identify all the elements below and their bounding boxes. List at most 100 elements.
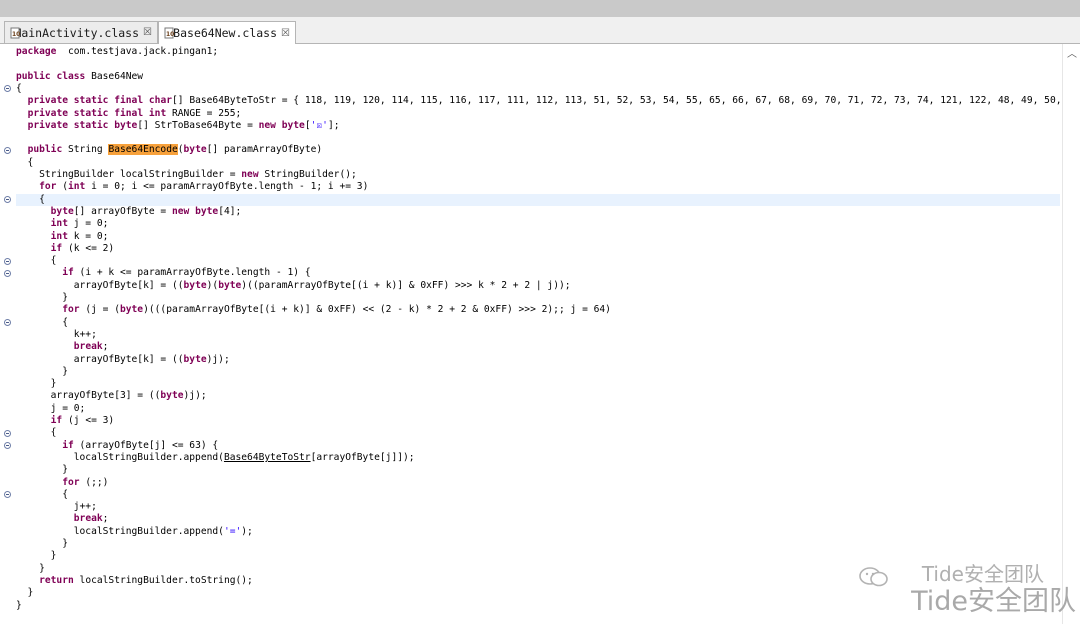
keyword-token: private: [27, 95, 68, 107]
fold-toggle-icon[interactable]: [4, 257, 11, 265]
code-token: '☒': [310, 119, 328, 131]
fold-toggle-icon[interactable]: [4, 429, 11, 437]
code-token: [] paramArrayOfByte): [206, 144, 323, 156]
code-token: }: [16, 464, 68, 476]
code-token: (i + k <= paramArrayOfByte.length - 1) {: [73, 267, 311, 279]
keyword-token: if: [62, 267, 74, 279]
code-token: j = 0;: [67, 218, 109, 230]
code-line: }: [16, 292, 68, 304]
close-icon[interactable]: ☒: [281, 28, 290, 39]
code-token: }: [16, 292, 68, 303]
keyword-token: int: [50, 230, 68, 242]
code-token: RANGE = 255;: [166, 107, 242, 119]
code-line: int k = 0;: [16, 230, 109, 243]
code-token: {: [16, 255, 57, 267]
keyword-token: static: [73, 107, 109, 119]
code-editor[interactable]: package com.testjava.jack.pingan1; public…: [0, 44, 1080, 624]
close-icon[interactable]: ☒: [143, 27, 152, 38]
fold-toggle-icon[interactable]: [4, 85, 11, 93]
keyword-token: static: [73, 95, 109, 107]
code-line: }: [16, 600, 22, 612]
code-line: private static final int RANGE = 255;: [16, 107, 242, 120]
keyword-token: static: [73, 119, 109, 131]
keyword-token: break: [73, 341, 103, 353]
code-token: localStringBuilder.append(: [16, 451, 224, 463]
fold-toggle-icon[interactable]: [4, 442, 11, 450]
code-token: (: [56, 181, 68, 193]
code-token: )((paramArrayOfByte[(i + k)] & 0xFF) >>>…: [241, 279, 571, 291]
code-line: {: [16, 317, 68, 329]
tab-mainactivity[interactable]: 10 MainActivity.class ☒: [4, 21, 158, 43]
fold-toggle-icon[interactable]: [4, 319, 11, 327]
keyword-token: private: [27, 107, 68, 119]
fold-toggle-icon[interactable]: [4, 196, 11, 204]
keyword-token: private: [27, 119, 68, 131]
code-token: i = 0; i <= paramArrayOfByte.length - 1;…: [85, 181, 369, 193]
code-line: {: [16, 489, 68, 501]
keyword-token: if: [50, 415, 63, 426]
keyword-token: byte: [183, 279, 207, 291]
code-area[interactable]: package com.testjava.jack.pingan1; public…: [16, 46, 1060, 620]
code-token: {: [16, 193, 45, 205]
keyword-token: break: [73, 513, 103, 525]
code-token: (k <= 2): [62, 242, 115, 254]
fold-toggle-icon[interactable]: [4, 491, 11, 499]
code-token: [] arrayOfByte =: [73, 205, 172, 217]
code-token: (j = (: [79, 304, 120, 316]
keyword-token: byte: [218, 279, 242, 291]
wechat-logo-icon: [859, 567, 888, 587]
code-token: StringBuilder localStringBuilder =: [16, 169, 242, 180]
code-token: )j);: [206, 353, 230, 365]
tab-label: Base64New.class: [173, 26, 278, 40]
code-token: k++;: [16, 328, 97, 340]
keyword-token: byte: [195, 205, 219, 217]
code-line: private static final char[] Base64ByteTo…: [16, 95, 1060, 107]
keyword-token: new: [241, 169, 259, 180]
svg-text:10: 10: [12, 31, 20, 38]
watermark-text-large: Tide安全团队: [911, 586, 1076, 617]
fold-toggle-icon[interactable]: [4, 146, 11, 154]
code-line: k++;: [16, 329, 97, 341]
code-line: if (j <= 3): [16, 415, 115, 427]
code-line: j = 0;: [16, 403, 86, 415]
code-token: [] Base64ByteToStr = { 118, 119, 120, 11…: [172, 95, 1060, 107]
keyword-token: for: [39, 181, 57, 193]
code-line: localStringBuilder.append(Base64ByteToSt…: [16, 452, 415, 464]
vertical-scrollbar[interactable]: ︿: [1062, 44, 1080, 624]
code-line: }: [16, 587, 34, 599]
code-line: StringBuilder localStringBuilder = new S…: [16, 169, 357, 181]
fold-toggle-icon[interactable]: [4, 269, 11, 277]
code-token: ];: [327, 119, 340, 131]
keyword-token: int: [50, 218, 68, 230]
code-line: {: [16, 255, 57, 267]
code-line: if (i + k <= paramArrayOfByte.length - 1…: [16, 267, 311, 279]
code-token: ;: [102, 341, 109, 353]
code-token: {: [16, 82, 22, 94]
code-token: }: [16, 378, 57, 390]
code-token: }: [16, 562, 45, 574]
code-token: }: [16, 587, 34, 599]
code-line: {: [16, 193, 1060, 206]
svg-text:10: 10: [166, 31, 174, 38]
scroll-up-icon[interactable]: ︿: [1067, 50, 1077, 60]
code-token: [arrayOfByte[j]]);: [310, 451, 415, 463]
code-line: break;: [16, 513, 109, 525]
tab-base64new[interactable]: 10 Base64New.class ☒: [158, 21, 296, 44]
code-line: arrayOfByte[k] = ((byte)j);: [16, 354, 230, 366]
keyword-token: byte: [160, 390, 184, 402]
code-token: }: [16, 365, 68, 377]
code-line: }: [16, 464, 68, 476]
code-token: Base64New: [85, 70, 144, 82]
code-line: if (k <= 2): [16, 242, 115, 255]
